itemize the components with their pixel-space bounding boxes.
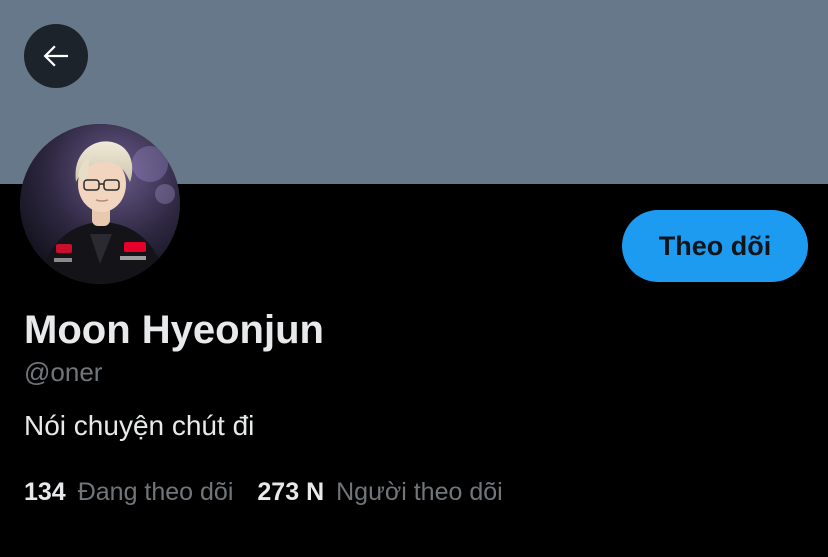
profile-page: Theo dõi Moon Hyeonjun @oner Nói chuyện … bbox=[0, 0, 828, 557]
profile-photo bbox=[20, 124, 180, 284]
profile-handle: @oner bbox=[24, 357, 103, 387]
back-button[interactable] bbox=[24, 24, 88, 88]
arrow-left-icon bbox=[43, 45, 68, 67]
following-count: 134 bbox=[24, 478, 66, 506]
followers-link[interactable]: 273 N Người theo dõi bbox=[257, 476, 502, 508]
followers-label: Người theo dõi bbox=[336, 478, 503, 506]
profile-bio: Nói chuyện chút đi bbox=[24, 410, 255, 441]
following-label: Đang theo dõi bbox=[77, 478, 234, 506]
followers-count: 273 N bbox=[257, 478, 325, 506]
following-link[interactable]: 134 Đang theo dõi bbox=[24, 476, 233, 508]
avatar[interactable] bbox=[20, 124, 180, 284]
display-name: Moon Hyeonjun bbox=[24, 308, 324, 352]
profile-stats: 134 Đang theo dõi 273 N Người theo dõi bbox=[24, 476, 503, 508]
follow-button[interactable]: Theo dõi bbox=[622, 210, 808, 282]
